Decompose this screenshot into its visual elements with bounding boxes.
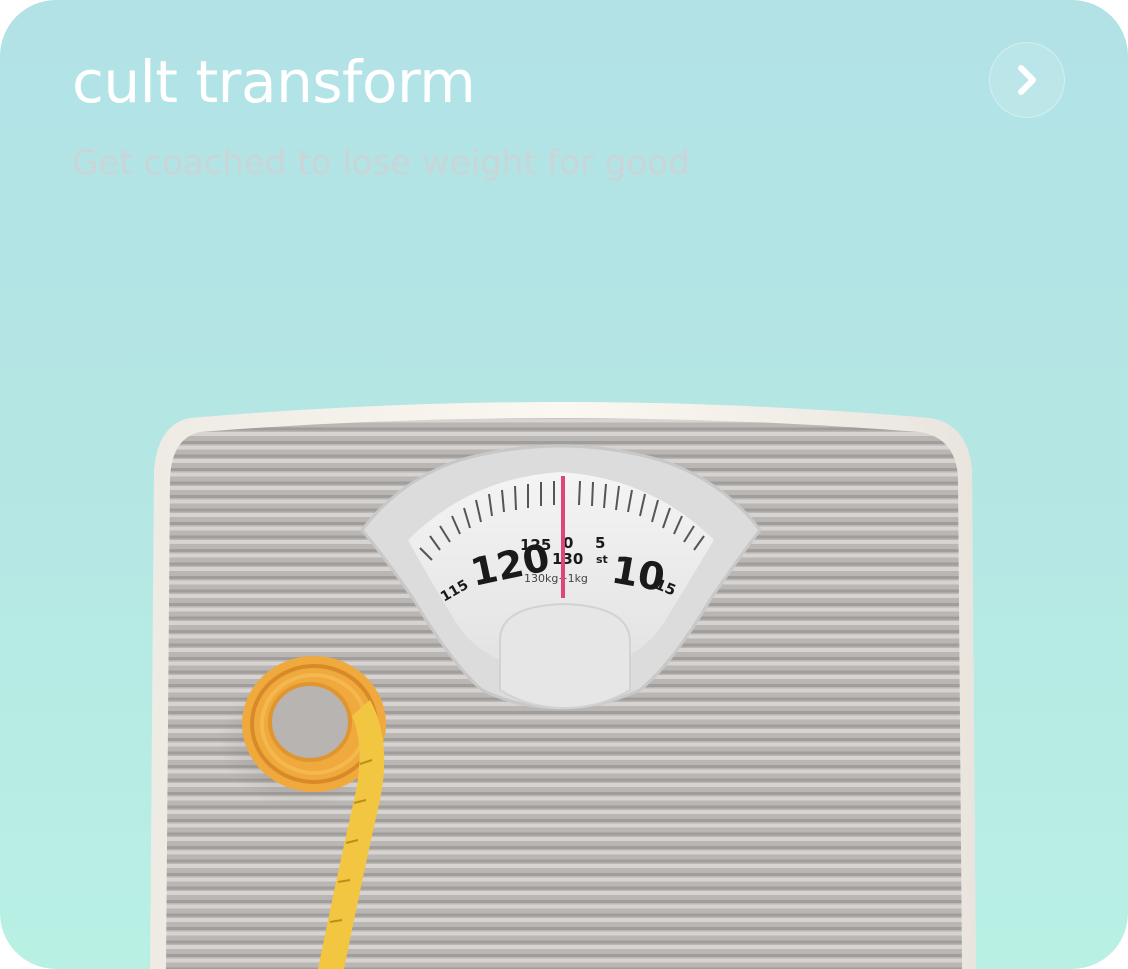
chevron-right-icon [1018, 65, 1036, 95]
dial-label-5: 5 [595, 534, 605, 552]
dial-unit-line: 130kg+1kg [524, 572, 588, 585]
open-card-button[interactable] [989, 42, 1065, 118]
dial-label-125: 125 [520, 536, 551, 554]
card-subtitle: Get coached to lose weight for good [72, 143, 690, 183]
cult-transform-card[interactable]: 115 120 125 0 5 130 st 10 15 130kg+1kg c… [0, 0, 1128, 969]
dial-label-130: 130 [552, 550, 583, 568]
scale-needle [561, 476, 565, 598]
card-title: cult transform [72, 48, 476, 116]
dial-label-st: st [596, 553, 608, 566]
